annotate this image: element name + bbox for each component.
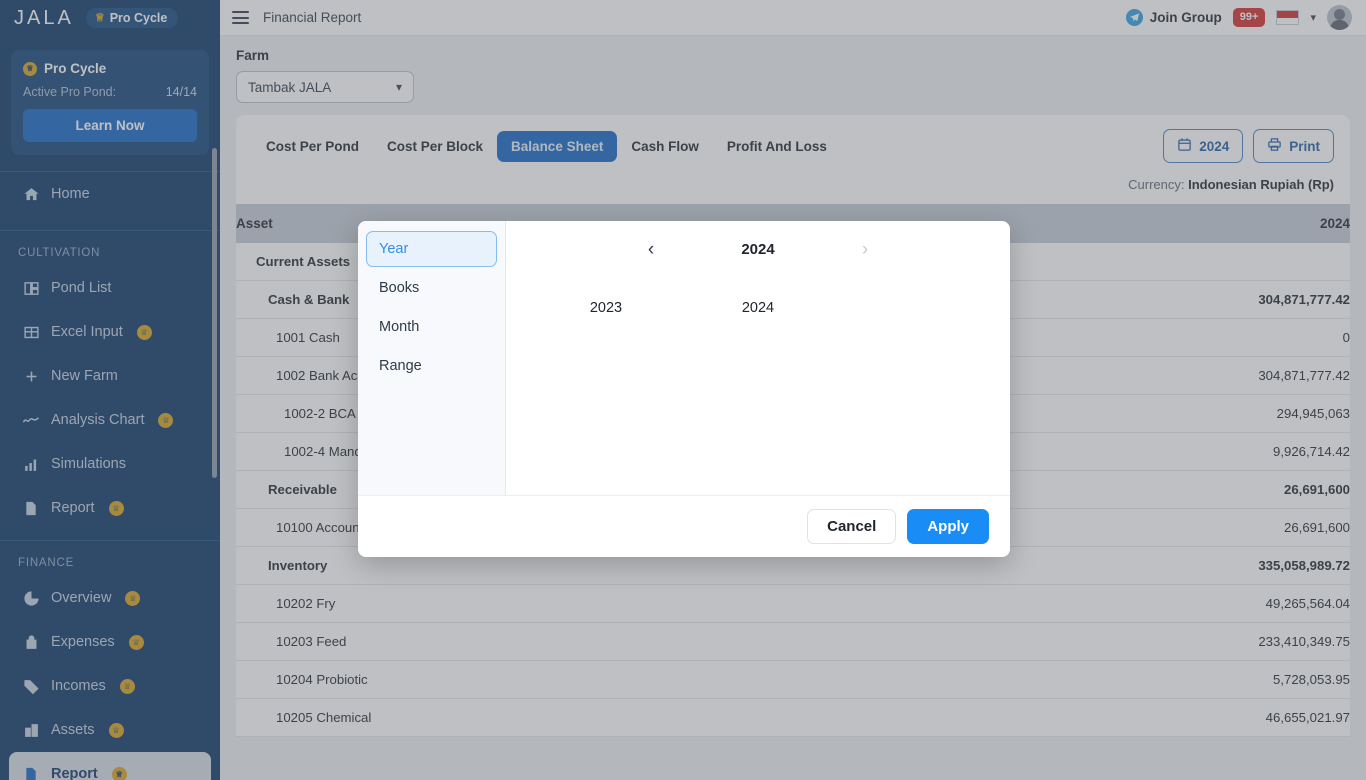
- modal-body: Year Books Month Range ‹ 2024 › 2023 2024: [358, 221, 1010, 495]
- modal-mode-list: Year Books Month Range: [358, 221, 506, 495]
- chevron-left-icon[interactable]: ‹: [637, 240, 665, 259]
- modal-year-panel: ‹ 2024 › 2023 2024: [506, 221, 1010, 495]
- year-option[interactable]: 2024: [682, 293, 834, 323]
- mode-item-month[interactable]: Month: [366, 309, 497, 345]
- year-range-title: 2024: [741, 240, 775, 258]
- date-picker-modal: Year Books Month Range ‹ 2024 › 2023 2024…: [358, 221, 1010, 557]
- year-nav-header: ‹ 2024 ›: [530, 235, 986, 263]
- app-root: JALA ♕ Pro Cycle ♕ Pro Cycle Active Pro …: [0, 0, 1366, 780]
- mode-item-range[interactable]: Range: [366, 348, 497, 384]
- mode-item-year[interactable]: Year: [366, 231, 497, 267]
- apply-button[interactable]: Apply: [907, 509, 989, 544]
- mode-item-books[interactable]: Books: [366, 270, 497, 306]
- modal-footer: Cancel Apply: [358, 495, 1010, 557]
- cancel-button[interactable]: Cancel: [807, 509, 897, 544]
- year-option[interactable]: 2023: [530, 293, 682, 323]
- chevron-right-icon: ›: [861, 238, 869, 260]
- year-grid: 2023 2024: [530, 293, 986, 323]
